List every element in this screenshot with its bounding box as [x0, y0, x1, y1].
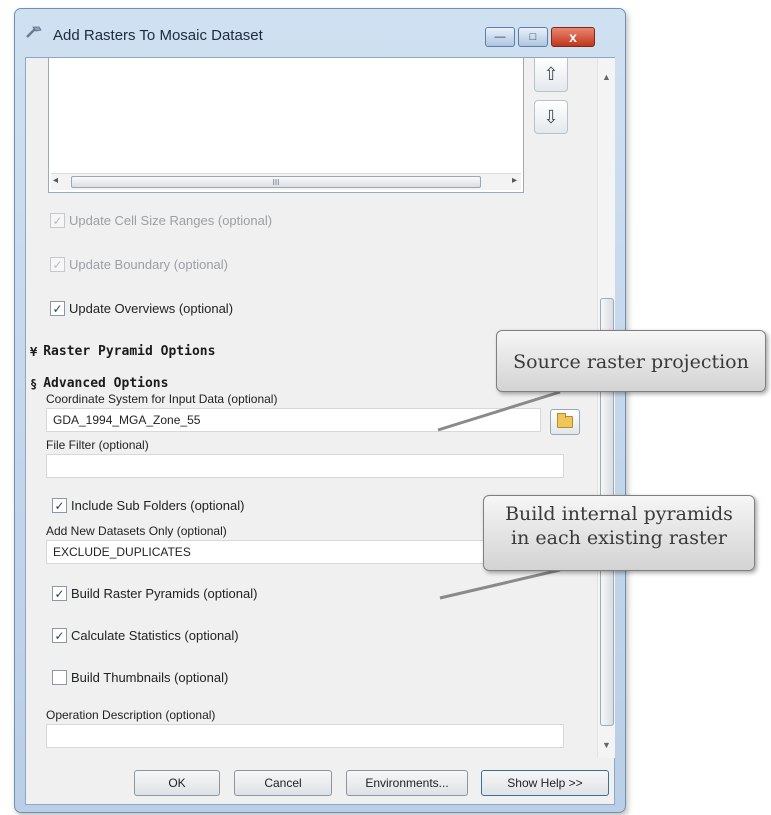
cancel-button[interactable]: Cancel — [234, 770, 332, 796]
coordinate-system-field[interactable]: GDA_1994_MGA_Zone_55 — [46, 408, 541, 432]
update-boundary-option[interactable]: ✓ Update Boundary (optional) — [50, 257, 228, 272]
minimize-button[interactable]: — — [485, 27, 515, 47]
include-sub-folders-option[interactable]: ✓ Include Sub Folders (optional) — [52, 498, 244, 513]
calculate-statistics-option[interactable]: ✓ Calculate Statistics (optional) — [52, 628, 239, 643]
arrow-down-icon: ⇩ — [543, 106, 559, 127]
calculate-statistics-label: Calculate Statistics (optional) — [71, 628, 239, 643]
input-data-list[interactable]: ◂ III ▸ — [48, 58, 524, 193]
window-title: Add Rasters To Mosaic Dataset — [53, 27, 263, 44]
horizontal-scroll-thumb[interactable]: III — [71, 176, 481, 188]
include-sub-folders-checkbox[interactable]: ✓ — [52, 498, 67, 513]
vertical-scrollbar[interactable]: ▲ ▼ — [597, 58, 615, 758]
show-help-button[interactable]: Show Help >> — [481, 770, 609, 796]
move-up-button[interactable]: ⇧ — [534, 58, 568, 92]
update-overviews-label: Update Overviews (optional) — [69, 301, 234, 316]
update-cell-size-ranges-option[interactable]: ✓ Update Cell Size Ranges (optional) — [50, 213, 272, 228]
build-raster-pyramids-checkbox[interactable]: ✓ — [52, 586, 67, 601]
hammer-tool-icon — [26, 26, 42, 38]
file-filter-label: File Filter (optional) — [46, 438, 149, 452]
update-boundary-checkbox[interactable]: ✓ — [50, 257, 65, 272]
title-bar[interactable]: Add Rasters To Mosaic Dataset — □ x — [15, 9, 625, 57]
operation-description-field[interactable] — [46, 724, 564, 748]
list-horizontal-scrollbar[interactable]: ◂ III ▸ — [51, 173, 521, 190]
arrow-up-icon: ⇧ — [543, 64, 559, 84]
operation-description-label: Operation Description (optional) — [46, 708, 216, 722]
callout-pyramids-line1: Build internal pyramids — [505, 503, 733, 525]
callout-projection-text: Source raster projection — [513, 351, 749, 373]
close-button[interactable]: x — [551, 27, 595, 47]
move-down-button[interactable]: ⇩ — [534, 100, 568, 134]
build-internal-pyramids-callout: Build internal pyramids in each existing… — [483, 495, 755, 571]
source-raster-projection-callout: Source raster projection — [496, 330, 766, 392]
update-overviews-checkbox[interactable]: ✓ — [50, 301, 65, 316]
scroll-left-icon[interactable]: ◂ — [53, 175, 58, 186]
environments-button[interactable]: Environments... — [346, 770, 468, 796]
scroll-down-icon[interactable]: ▼ — [602, 740, 611, 750]
file-filter-field[interactable] — [46, 454, 564, 478]
update-boundary-label: Update Boundary (optional) — [69, 257, 228, 272]
build-thumbnails-checkbox[interactable] — [52, 670, 67, 685]
calculate-statistics-checkbox[interactable]: ✓ — [52, 628, 67, 643]
add-new-datasets-label: Add New Datasets Only (optional) — [46, 524, 227, 538]
include-sub-folders-label: Include Sub Folders (optional) — [71, 498, 245, 513]
update-overviews-option[interactable]: ✓ Update Overviews (optional) — [50, 301, 233, 316]
coordinate-system-browse-button[interactable] — [550, 409, 580, 435]
coordinate-system-label: Coordinate System for Input Data (option… — [46, 392, 278, 406]
expand-chevron-icon: ¥ — [30, 344, 38, 359]
folder-icon — [557, 413, 573, 428]
build-raster-pyramids-option[interactable]: ✓ Build Raster Pyramids (optional) — [52, 586, 257, 601]
update-cell-size-ranges-checkbox[interactable]: ✓ — [50, 213, 65, 228]
scroll-right-icon[interactable]: ▸ — [512, 175, 517, 186]
grip-icon: III — [272, 177, 280, 187]
maximize-button[interactable]: □ — [518, 27, 548, 47]
raster-pyramid-options-label: Raster Pyramid Options — [43, 344, 216, 359]
build-raster-pyramids-label: Build Raster Pyramids (optional) — [71, 586, 258, 601]
callout-pyramids-line2: in each existing raster — [511, 527, 727, 549]
collapse-chevron-icon: § — [30, 376, 38, 391]
ok-button[interactable]: OK — [134, 770, 220, 796]
dialog-client-area: ◂ III ▸ ⇧ ⇩ ✓ Update Cell Size Ranges (o… — [25, 57, 615, 805]
update-cell-size-ranges-label: Update Cell Size Ranges (optional) — [69, 213, 273, 228]
build-thumbnails-label: Build Thumbnails (optional) — [71, 670, 229, 685]
build-thumbnails-option[interactable]: Build Thumbnails (optional) — [52, 670, 228, 685]
advanced-options-label: Advanced Options — [43, 376, 169, 391]
dialog-window: Add Rasters To Mosaic Dataset — □ x ◂ II… — [14, 8, 626, 813]
scroll-up-icon[interactable]: ▲ — [602, 72, 611, 82]
raster-pyramid-options-header[interactable]: ¥ Raster Pyramid Options — [30, 344, 215, 359]
advanced-options-header[interactable]: § Advanced Options — [30, 376, 168, 391]
parameters-panel: ◂ III ▸ ⇧ ⇩ ✓ Update Cell Size Ranges (o… — [26, 58, 596, 758]
